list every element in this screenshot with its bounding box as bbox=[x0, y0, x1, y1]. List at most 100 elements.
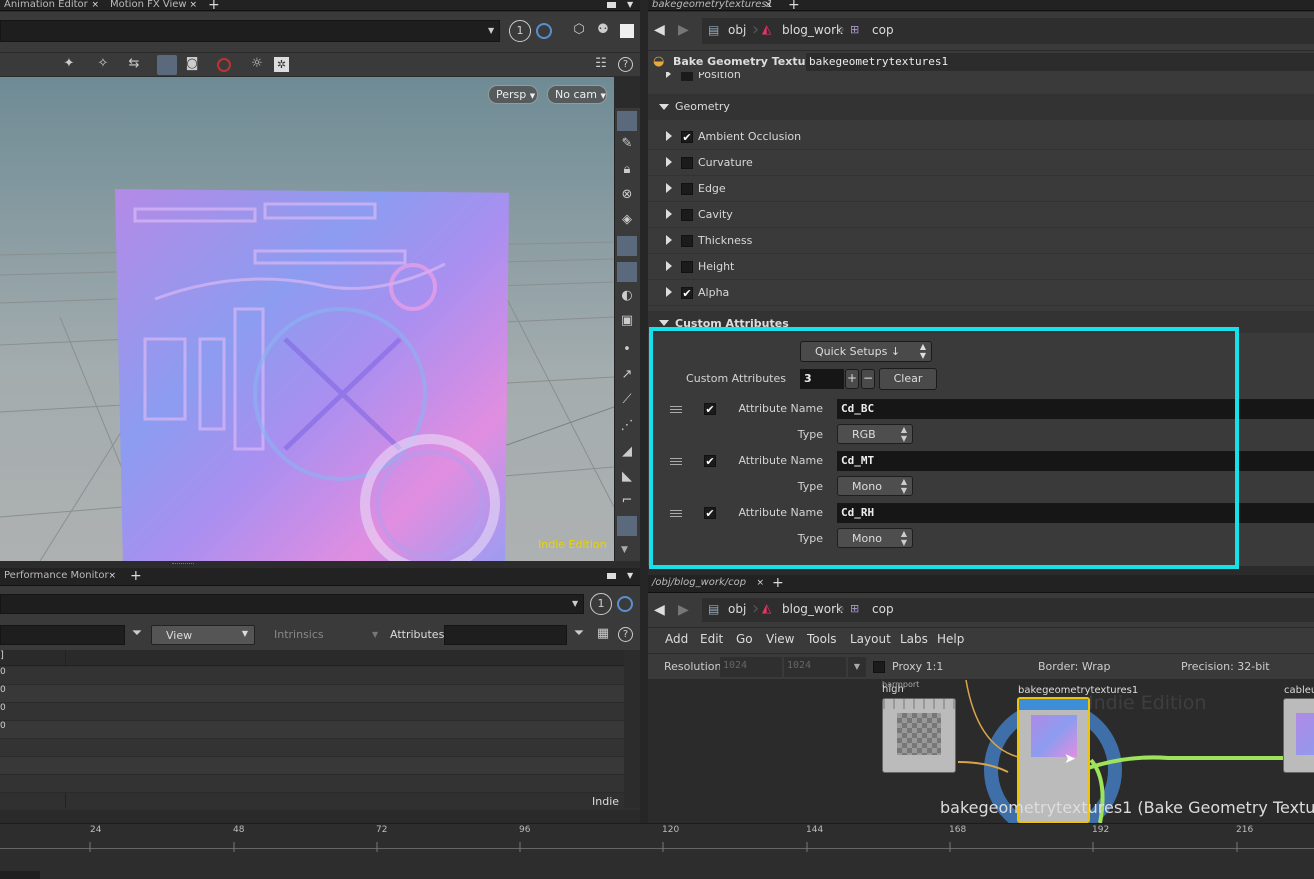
expand-icon[interactable] bbox=[666, 287, 672, 297]
expand-icon[interactable] bbox=[666, 183, 672, 193]
back-arrow-icon[interactable]: ◀ bbox=[654, 602, 665, 618]
pane-splitter[interactable] bbox=[0, 561, 640, 568]
prim-icon[interactable]: ◢ bbox=[618, 444, 636, 462]
no-entry-icon[interactable] bbox=[217, 58, 231, 72]
add-tab-icon[interactable]: + bbox=[788, 0, 800, 12]
tab-performance-monitor[interactable]: Performance Monitor × bbox=[0, 571, 120, 582]
precision-label[interactable]: Precision: 32-bit bbox=[1181, 660, 1270, 673]
attribute-type-select[interactable]: Mono ▲ ▼ bbox=[837, 528, 913, 548]
expand-icon[interactable] bbox=[666, 131, 672, 141]
camera-icon[interactable]: ◙ bbox=[183, 56, 201, 74]
persp-menu[interactable]: Persp ▼ bbox=[488, 85, 538, 104]
view-dropdown[interactable]: View ▼ bbox=[151, 625, 255, 645]
menu-add[interactable]: Add bbox=[665, 632, 688, 646]
remove-attribute-button[interactable]: − bbox=[861, 369, 875, 389]
timeline[interactable] bbox=[0, 823, 1314, 879]
chevron-down-icon[interactable]: ▼ bbox=[627, 571, 633, 580]
snap-icon[interactable]: ⇆ bbox=[125, 56, 143, 74]
breadcrumb-cop[interactable]: cop bbox=[872, 602, 894, 616]
frame-indicator[interactable]: 1 bbox=[590, 593, 612, 615]
point-number-icon[interactable]: ⋰ bbox=[618, 418, 636, 436]
filter-icon[interactable]: ⏷ bbox=[570, 626, 588, 644]
backface-button[interactable] bbox=[617, 516, 637, 536]
height-checkbox[interactable] bbox=[681, 261, 693, 273]
table-row[interactable]: 0 bbox=[0, 721, 624, 739]
node-name-field[interactable]: bakegeometrytextures1 bbox=[806, 53, 1314, 71]
attribute-name-field[interactable]: Cd_RH bbox=[837, 503, 1314, 523]
pose-icon[interactable]: ✦ bbox=[60, 56, 78, 74]
pane-menu-icon[interactable] bbox=[607, 573, 616, 579]
table-row[interactable]: 0 bbox=[0, 667, 624, 685]
chevron-down-icon[interactable]: ▼ bbox=[372, 630, 378, 639]
lock-icon[interactable]: 🔒︎ bbox=[618, 162, 636, 180]
table-row[interactable] bbox=[0, 757, 624, 775]
forward-arrow-icon[interactable]: ▶ bbox=[678, 602, 689, 618]
tab-motion-fx-view[interactable]: Motion FX View × bbox=[106, 0, 201, 11]
breadcrumb-network[interactable]: blog_work bbox=[782, 23, 843, 37]
chevron-down-icon[interactable]: ▼ bbox=[848, 657, 866, 677]
add-tab-icon[interactable]: + bbox=[208, 0, 220, 12]
filter-icon[interactable]: ⏷ bbox=[128, 626, 146, 644]
border-label[interactable]: Border: Wrap bbox=[1038, 660, 1111, 673]
chevron-down-icon[interactable]: ▼ bbox=[488, 26, 494, 35]
viewport-path-field[interactable] bbox=[0, 20, 500, 42]
point-icon[interactable]: • bbox=[618, 342, 636, 360]
table-row[interactable] bbox=[0, 739, 624, 757]
frame-indicator[interactable]: 1 bbox=[509, 20, 531, 42]
menu-go[interactable]: Go bbox=[736, 632, 753, 646]
breadcrumb-obj[interactable]: obj bbox=[728, 23, 746, 37]
attribute-enable-checkbox[interactable]: ✔ bbox=[704, 403, 716, 415]
table-row[interactable]: 0 bbox=[0, 703, 624, 721]
attribute-type-select[interactable]: Mono ▲ ▼ bbox=[837, 476, 913, 496]
expand-icon[interactable] bbox=[666, 72, 671, 78]
normal-icon[interactable]: ↗ bbox=[618, 367, 636, 385]
square-icon[interactable] bbox=[620, 24, 634, 38]
menu-view[interactable]: View bbox=[766, 632, 794, 646]
filter-field[interactable] bbox=[0, 625, 125, 645]
attribute-type-select[interactable]: RGB ▲ ▼ bbox=[837, 424, 913, 444]
menu-layout[interactable]: Layout bbox=[850, 632, 891, 646]
vertical-splitter[interactable] bbox=[640, 0, 648, 823]
menu-edit[interactable]: Edit bbox=[700, 632, 723, 646]
expand-icon[interactable] bbox=[666, 157, 672, 167]
drag-handle-icon[interactable] bbox=[670, 406, 682, 413]
resolution-height-field[interactable]: 1024 bbox=[784, 657, 846, 677]
expand-icon[interactable] bbox=[666, 235, 672, 245]
target-icon[interactable] bbox=[617, 596, 633, 612]
resolution-width-field[interactable]: 1024 bbox=[720, 657, 782, 677]
breadcrumb-network[interactable]: blog_work bbox=[782, 602, 843, 616]
ambient-occlusion-checkbox[interactable]: ✔ bbox=[681, 131, 693, 143]
tab-network-path[interactable]: /obj/blog_work/cop × bbox=[648, 578, 768, 589]
display-options-icon[interactable]: ☷ bbox=[592, 56, 610, 74]
menu-labs[interactable]: Labs bbox=[900, 632, 928, 646]
close-icon[interactable]: × bbox=[108, 571, 116, 581]
alpha-checkbox[interactable]: ✔ bbox=[681, 287, 693, 299]
table-row[interactable] bbox=[0, 775, 624, 793]
splitter-grip[interactable] bbox=[172, 563, 194, 565]
chevron-down-icon[interactable]: ▼ bbox=[621, 545, 628, 555]
help-icon[interactable]: ? bbox=[618, 57, 633, 72]
collapse-icon[interactable] bbox=[659, 104, 669, 110]
handle-icon[interactable]: ✧ bbox=[94, 56, 112, 74]
light-icon[interactable]: ☼ bbox=[248, 56, 266, 74]
intrinsics-dropdown[interactable]: Intrinsics bbox=[274, 628, 324, 641]
menu-help[interactable]: Help bbox=[937, 632, 964, 646]
attribute-name-field[interactable]: Cd_BC bbox=[837, 399, 1314, 419]
attribute-enable-checkbox[interactable]: ✔ bbox=[704, 455, 716, 467]
display-toggle-button[interactable] bbox=[157, 55, 177, 75]
curve-icon[interactable]: ⌐ bbox=[618, 493, 636, 511]
perf-path-field[interactable] bbox=[0, 594, 584, 614]
help-icon[interactable]: ? bbox=[618, 627, 633, 642]
cavity-checkbox[interactable] bbox=[681, 209, 693, 221]
table-row[interactable]: 0 bbox=[0, 685, 624, 703]
add-tab-icon[interactable]: + bbox=[772, 576, 784, 590]
edge-checkbox[interactable] bbox=[681, 183, 693, 195]
close-icon[interactable]: × bbox=[764, 0, 772, 10]
breadcrumb-cop[interactable]: cop bbox=[872, 23, 894, 37]
forward-arrow-icon[interactable]: ▶ bbox=[678, 22, 689, 38]
curvature-checkbox[interactable] bbox=[681, 157, 693, 169]
visibility-icon[interactable]: ◐ bbox=[618, 288, 636, 306]
camera-menu[interactable]: No cam ▼ bbox=[547, 85, 607, 104]
attribute-name-field[interactable]: Cd_MT bbox=[837, 451, 1314, 471]
viewport-3d[interactable]: Persp ▼ No cam ▼ Indie Edition bbox=[0, 77, 614, 561]
